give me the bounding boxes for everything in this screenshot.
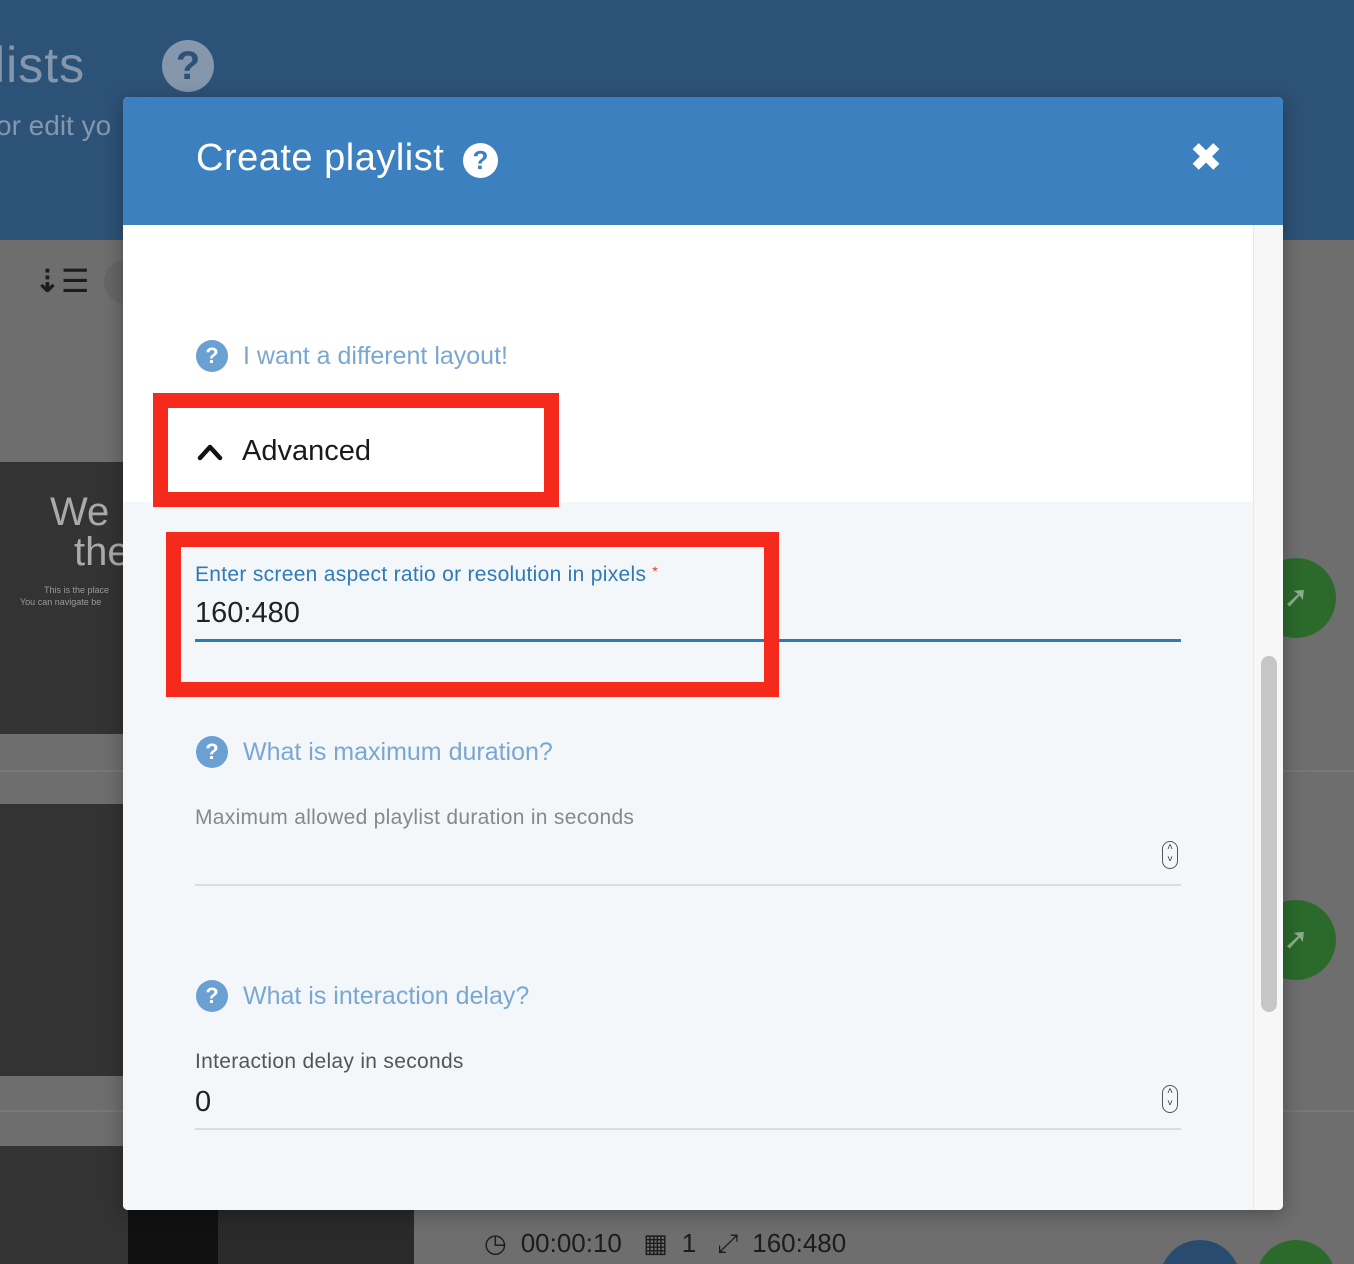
- max-duration-stepper[interactable]: ˄ ˅: [1162, 841, 1178, 869]
- playlist-thumbnail[interactable]: [218, 1208, 414, 1264]
- different-layout-link[interactable]: ? I want a different layout!: [196, 340, 508, 372]
- interaction-delay-underline: [195, 1128, 1181, 1130]
- items-count: 1: [681, 1228, 697, 1258]
- page-subtitle: or edit yo: [0, 110, 112, 141]
- page-title: ylists: [0, 37, 86, 93]
- dialog-header: Create playlist ? ✖: [123, 97, 1283, 225]
- question-circle-icon[interactable]: ?: [463, 143, 498, 178]
- playlist-thumbnail[interactable]: [0, 1146, 130, 1264]
- scrollbar-thumb[interactable]: [1261, 656, 1277, 1012]
- grid-icon: ▦: [643, 1228, 668, 1258]
- playlist-thumbnail[interactable]: [128, 1208, 220, 1264]
- interaction-delay-input[interactable]: [195, 1082, 1145, 1122]
- clock-icon: ◷: [484, 1228, 507, 1258]
- max-duration-underline: [195, 884, 1181, 886]
- annotation-highlight-advanced: [153, 393, 559, 507]
- thumbnail-caption: This is the place You can navigate be: [20, 585, 110, 607]
- playlist-thumbnail[interactable]: [0, 804, 130, 1076]
- max-duration-help-label: What is maximum duration?: [243, 737, 553, 766]
- resize-icon: ⤢: [717, 1228, 739, 1258]
- max-duration-help-link[interactable]: ? What is maximum duration?: [196, 736, 553, 768]
- question-circle-icon: ?: [196, 736, 228, 768]
- resolution-value: 160:480: [752, 1228, 847, 1258]
- duration-value: 00:00:10: [520, 1228, 622, 1258]
- annotation-highlight-resolution: [166, 532, 779, 697]
- thumbnail-title: We the: [50, 490, 130, 574]
- sort-icon[interactable]: ⇣☰: [34, 262, 90, 300]
- interaction-delay-help-label: What is interaction delay?: [243, 981, 530, 1010]
- interaction-delay-stepper[interactable]: ˄ ˅: [1162, 1085, 1178, 1113]
- max-duration-field-label: Maximum allowed playlist duration in sec…: [195, 806, 635, 829]
- close-icon[interactable]: ✖: [1189, 138, 1223, 178]
- max-duration-input[interactable]: [195, 837, 1145, 877]
- different-layout-label: I want a different layout!: [243, 341, 508, 370]
- playlist-meta: ◷ 00:00:10 ▦ 1 ⤢ 160:480: [484, 1228, 860, 1260]
- interaction-delay-field-label: Interaction delay in seconds: [195, 1050, 464, 1073]
- question-circle-icon: ?: [196, 340, 228, 372]
- dialog-title: Create playlist: [196, 137, 445, 179]
- page-help-icon[interactable]: ?: [162, 40, 214, 92]
- question-circle-icon: ?: [196, 980, 228, 1012]
- interaction-delay-help-link[interactable]: ? What is interaction delay?: [196, 980, 529, 1012]
